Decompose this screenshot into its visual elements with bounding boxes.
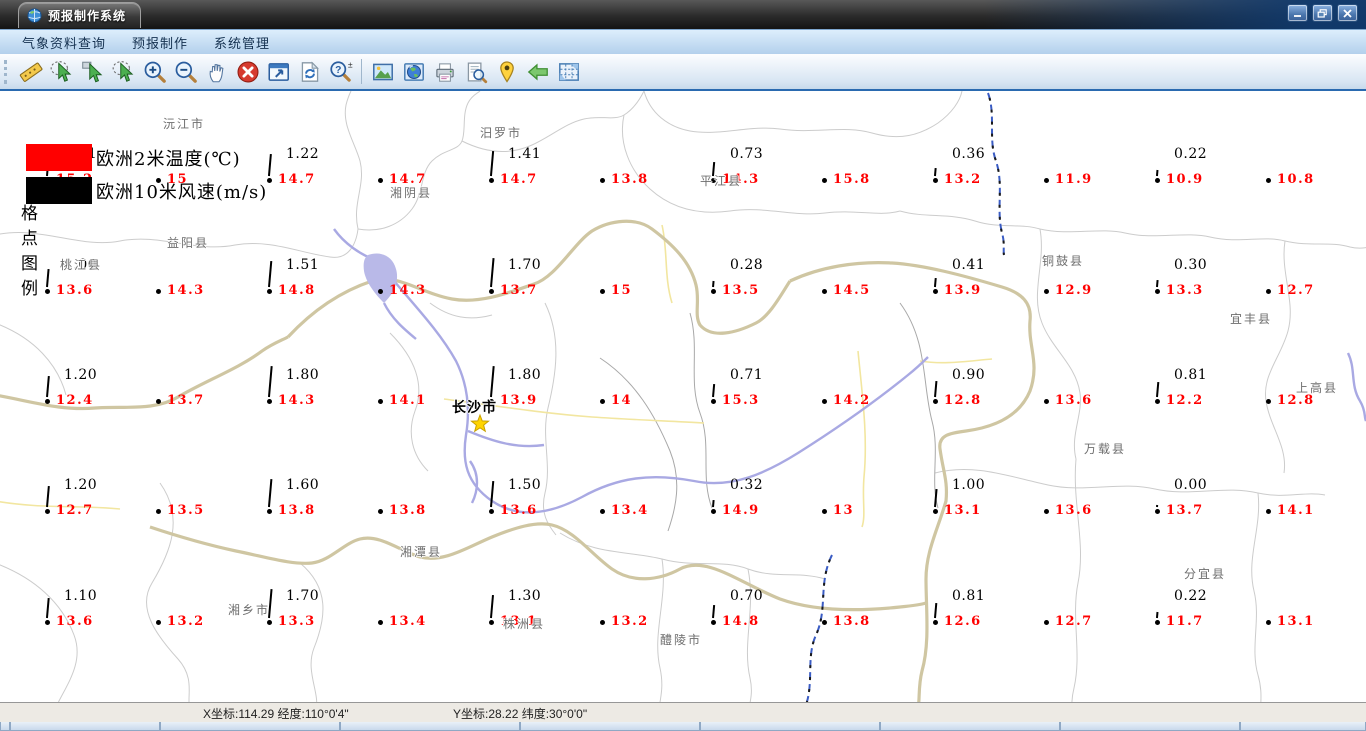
app-window: 预报制作系统 气象资料查询 预报制作 系统管理 ? ± 0.61 15.2 15… [0, 0, 1366, 731]
status-strip-cell [10, 722, 160, 731]
export-image-icon[interactable] [367, 58, 398, 86]
svg-text:?: ? [335, 65, 341, 76]
map-canvas[interactable]: 0.61 15.2 15 1.22 14.7 14.7 1.41 14.7 13.8 0.73 14… [0, 91, 1366, 702]
status-strip-cell [1240, 722, 1366, 731]
status-x-coordinate: X坐标:114.29 经度:110°0'4" [203, 707, 349, 721]
zoom-ratio-icon[interactable]: ? ± [325, 58, 356, 86]
menu-weather-data-query[interactable]: 气象资料查询 [12, 31, 116, 54]
toolbar: ? ± [0, 54, 1366, 91]
clear-stop-icon[interactable] [232, 58, 263, 86]
toolbar-grip[interactable] [4, 59, 11, 84]
back-arrow-icon[interactable] [522, 58, 553, 86]
full-extent-icon[interactable] [263, 58, 294, 86]
title-tab: 预报制作系统 [18, 2, 142, 28]
county-boundaries [0, 91, 1366, 702]
print-preview-icon[interactable] [460, 58, 491, 86]
window-controls [1287, 4, 1358, 22]
status-strip [0, 722, 1366, 731]
menu-bar: 气象资料查询 预报制作 系统管理 [0, 29, 1366, 54]
district-boundaries [599, 302, 939, 532]
status-strip-cell [340, 722, 520, 731]
refresh-icon[interactable] [294, 58, 325, 86]
select-area-icon[interactable] [108, 58, 139, 86]
status-bar: X坐标:114.29 经度:110°0'4" Y坐标:28.22 纬度:30°0… [0, 702, 1366, 722]
globe-logo-icon [27, 8, 42, 23]
status-strip-cell [0, 722, 10, 731]
measure-icon[interactable] [15, 58, 46, 86]
zoom-in-icon[interactable] [139, 58, 170, 86]
status-strip-cell [160, 722, 340, 731]
restore-button[interactable] [1312, 4, 1333, 22]
status-y-coordinate: Y坐标:28.22 纬度:30°0'0" [453, 707, 588, 721]
menu-forecast-production[interactable]: 预报制作 [122, 31, 198, 54]
window-title: 预报制作系统 [48, 9, 127, 23]
lake [363, 253, 398, 303]
select-icon[interactable] [46, 58, 77, 86]
map-base-layer [0, 91, 1366, 702]
svg-text:±: ± [347, 59, 352, 69]
globe-view-icon[interactable] [398, 58, 429, 86]
status-strip-cell [1060, 722, 1240, 731]
print-icon[interactable] [429, 58, 460, 86]
roads [0, 224, 993, 528]
locate-pin-icon[interactable] [491, 58, 522, 86]
title-bar: 预报制作系统 [0, 0, 1366, 29]
status-strip-cell [520, 722, 700, 731]
zoom-out-icon[interactable] [170, 58, 201, 86]
menu-system-management[interactable]: 系统管理 [204, 31, 280, 54]
minimize-button[interactable] [1287, 4, 1308, 22]
toolbar-separator [361, 59, 362, 84]
status-strip-cell [880, 722, 1060, 731]
deselect-icon[interactable] [77, 58, 108, 86]
status-strip-cell [700, 722, 880, 731]
rivers [333, 228, 1366, 514]
close-button[interactable] [1337, 4, 1358, 22]
pan-hand-icon[interactable] [201, 58, 232, 86]
grid-view-icon[interactable] [553, 58, 584, 86]
changsha-star [470, 413, 490, 433]
